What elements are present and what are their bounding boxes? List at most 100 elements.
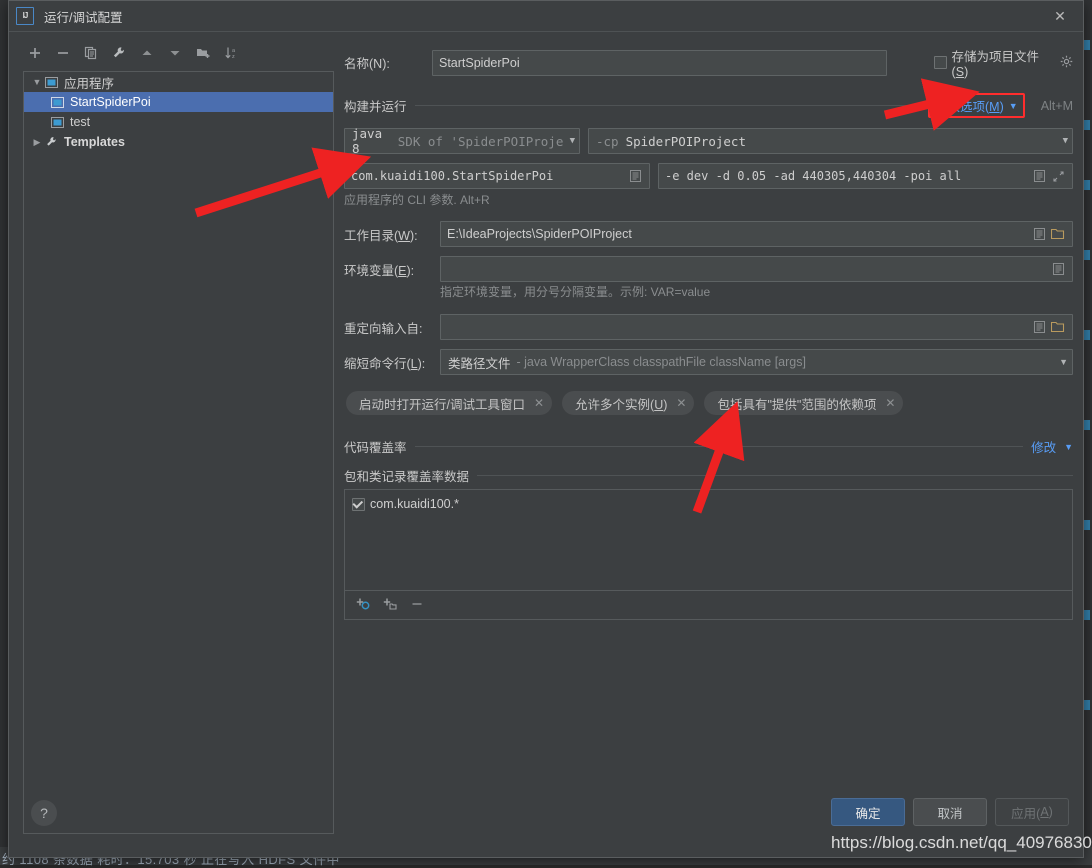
coverage-pattern-checkbox[interactable] (352, 497, 365, 511)
configurations-panel: a z ▼ 应用程序 StartSpiderPoi test ▶ Templat… (9, 32, 334, 834)
store-as-project-file-row[interactable]: 存储为项目文件(S) (933, 46, 1073, 79)
move-down-button[interactable] (166, 44, 184, 62)
name-label: 名称(N): (344, 57, 390, 71)
working-directory-label: 工作目录(W): (344, 228, 418, 243)
main-class-input[interactable]: com.kuaidi100.StartSpiderPoi (344, 163, 650, 189)
browse-folder-icon[interactable] (1050, 228, 1066, 240)
edit-environment-variables-icon[interactable] (1050, 263, 1066, 275)
chip-allow-multiple-instances[interactable]: 允许多个实例(U) ✕ (562, 391, 695, 415)
name-input[interactable]: StartSpiderPoi (432, 49, 887, 76)
browse-folder-icon[interactable] (1050, 321, 1066, 333)
jre-value-sub: SDK of 'SpiderPOIProject' (397, 133, 564, 149)
environment-variables-label: 环境变量(E): (344, 263, 415, 278)
remove-pattern-icon[interactable] (410, 597, 424, 614)
ok-button[interactable]: 确定 (831, 798, 905, 826)
section-divider (414, 105, 920, 106)
run-config-icon (50, 96, 65, 109)
chip-label: 启动时打开运行/调试工具窗口 (359, 397, 525, 412)
chip-open-run-tool-window[interactable]: 启动时打开运行/调试工具窗口 ✕ (346, 391, 553, 415)
configurations-tree[interactable]: ▼ 应用程序 StartSpiderPoi test ▶ Templates (23, 71, 334, 834)
chip-label: 允许多个实例(U) (575, 397, 668, 412)
modify-options-shortcut: Alt+M (1040, 98, 1073, 113)
browse-class-icon[interactable] (627, 170, 643, 182)
shorten-command-line-value: 类路径文件 (448, 356, 511, 371)
insert-macro-icon[interactable] (1031, 170, 1047, 182)
close-icon[interactable]: ✕ (534, 396, 544, 410)
build-and-run-section-header: 构建并运行 修改选项(M) ▼ Alt+M (344, 93, 1073, 118)
build-and-run-title: 构建并运行 (344, 100, 407, 114)
environment-variables-input[interactable] (440, 256, 1073, 282)
coverage-modify-link[interactable]: 修改 (1031, 437, 1056, 456)
tree-node-application[interactable]: ▼ 应用程序 (24, 72, 333, 92)
main-class-value: com.kuaidi100.StartSpiderPoi (351, 169, 554, 183)
run-debug-configurations-dialog: IJ 运行/调试配置 ✕ a z ▼ 应用程序 StartSpiderPoi t… (8, 0, 1084, 858)
add-class-icon[interactable] (356, 597, 371, 614)
tree-node-templates[interactable]: ▶ Templates (24, 132, 333, 152)
working-directory-input[interactable]: E:\IdeaProjects\SpiderPOIProject (440, 221, 1073, 247)
help-button[interactable]: ? (31, 800, 57, 826)
shorten-command-line-label: 缩短命令行(L): (344, 356, 426, 371)
tree-node-startspiderpoi[interactable]: StartSpiderPoi (24, 92, 333, 112)
chevron-down-icon[interactable]: ▼ (1064, 442, 1073, 452)
store-as-project-file-checkbox[interactable] (933, 56, 947, 69)
tree-node-label: test (70, 115, 91, 129)
cancel-button[interactable]: 取消 (913, 798, 987, 826)
coverage-section-title: 代码覆盖率 (344, 441, 407, 455)
redirect-input-label: 重定向输入自: (344, 321, 423, 336)
coverage-list-toolbar (344, 591, 1073, 620)
close-window-button[interactable]: ✕ (1037, 1, 1083, 31)
dialog-action-buttons: 确定 取消 应用(A) (831, 798, 1069, 826)
dialog-title: 运行/调试配置 (44, 10, 123, 25)
insert-macro-icon[interactable] (1031, 228, 1047, 240)
shorten-command-line-value-sub: - java WrapperClass classpathFile classN… (516, 355, 806, 369)
tree-node-test[interactable]: test (24, 112, 333, 132)
remove-configuration-button[interactable] (54, 44, 72, 62)
move-up-button[interactable] (138, 44, 156, 62)
new-folder-button[interactable] (194, 44, 212, 62)
intellij-logo-icon: IJ (16, 7, 34, 25)
watermark-text: https://blog.csdn.net/qq_40976830 (831, 833, 1092, 852)
expand-editor-icon[interactable] (1050, 170, 1066, 182)
copy-configuration-button[interactable] (82, 44, 100, 62)
tree-node-label: StartSpiderPoi (70, 95, 151, 109)
chip-label: 包括具有"提供"范围的依赖项 (717, 397, 877, 412)
coverage-pattern-label: com.kuaidi100.* (370, 497, 459, 511)
tree-node-label: 应用程序 (64, 76, 115, 91)
svg-text:z: z (232, 54, 235, 60)
option-chips: 启动时打开运行/调试工具窗口 ✕ 允许多个实例(U) ✕ 包括具有"提供"范围的… (346, 391, 1073, 415)
edit-templates-wrench-icon[interactable] (110, 44, 128, 62)
chevron-down-icon[interactable]: ▼ (1053, 357, 1068, 367)
jre-select[interactable]: java 8 SDK of 'SpiderPOIProject' ▼ (344, 126, 580, 156)
chevron-down-icon[interactable]: ▼ (564, 136, 575, 146)
redirect-input-field[interactable] (440, 314, 1073, 340)
chevron-down-icon[interactable]: ▼ (30, 77, 44, 87)
add-configuration-button[interactable] (26, 44, 44, 62)
chevron-down-icon[interactable]: ▼ (1009, 101, 1018, 111)
sort-configurations-button[interactable]: a z (222, 44, 240, 62)
chevron-down-icon[interactable]: ▼ (1057, 136, 1068, 146)
close-icon[interactable]: ✕ (676, 396, 686, 410)
module-classpath-select[interactable]: -cp SpiderPOIProject ▼ (588, 128, 1073, 154)
chip-include-provided-scope[interactable]: 包括具有"提供"范围的依赖项 ✕ (704, 391, 904, 415)
dialog-title-bar: IJ 运行/调试配置 ✕ (9, 1, 1083, 32)
modify-options-highlight: 修改选项(M) ▼ (928, 93, 1025, 118)
close-icon[interactable]: ✕ (885, 396, 895, 410)
apply-button[interactable]: 应用(A) (995, 798, 1069, 826)
configuration-editor-panel: 名称(N): StartSpiderPoi 存储为项目文件(S) 构建并运行 修… (334, 32, 1083, 815)
chevron-right-icon[interactable]: ▶ (30, 137, 44, 148)
wrench-icon (44, 136, 59, 149)
coverage-patterns-list[interactable]: com.kuaidi100.* (344, 489, 1073, 591)
run-config-icon (50, 116, 65, 129)
insert-macro-icon[interactable] (1031, 321, 1047, 333)
add-package-icon[interactable] (383, 597, 398, 614)
coverage-pattern-row[interactable]: com.kuaidi100.* (345, 490, 1072, 511)
coverage-section-header: 代码覆盖率 修改 ▼ (344, 437, 1073, 456)
application-icon (44, 76, 59, 89)
gear-icon[interactable] (1060, 55, 1073, 71)
shorten-command-line-select[interactable]: 类路径文件 - java WrapperClass classpathFile … (440, 349, 1073, 375)
module-prefix: -cp (596, 133, 619, 149)
section-divider (414, 446, 1024, 447)
modify-options-link[interactable]: 修改选项(M) (935, 96, 1004, 115)
coverage-data-header: 包和类记录覆盖率数据 (344, 466, 1073, 485)
program-arguments-input[interactable]: -e dev -d 0.05 -ad 440305,440304 -poi al… (658, 163, 1073, 189)
